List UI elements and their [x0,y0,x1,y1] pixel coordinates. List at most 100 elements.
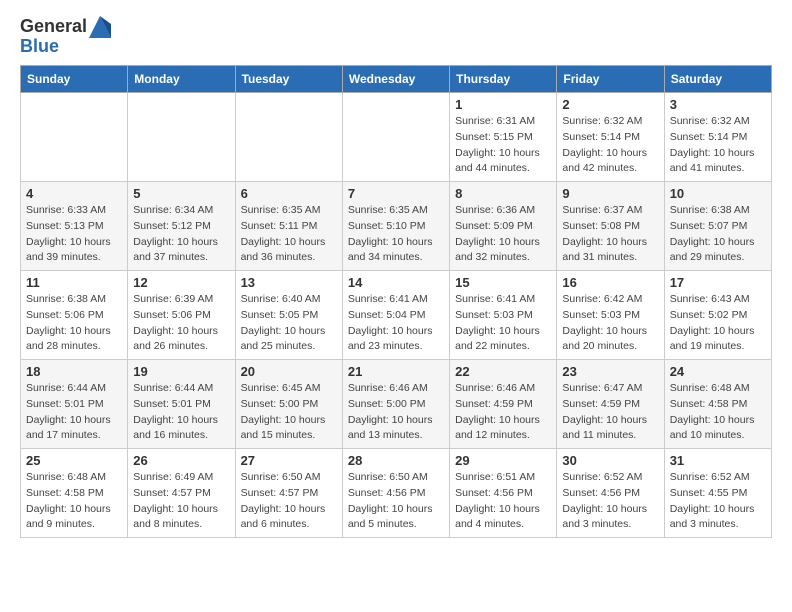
calendar-cell: 29 Sunrise: 6:51 AM Sunset: 4:56 PM Dayli… [450,449,557,538]
day-number: 29 [455,453,551,468]
day-info: Sunrise: 6:37 AM Sunset: 5:08 PM Dayligh… [562,203,658,266]
day-info: Sunrise: 6:51 AM Sunset: 4:56 PM Dayligh… [455,470,551,533]
day-info: Sunrise: 6:49 AM Sunset: 4:57 PM Dayligh… [133,470,229,533]
calendar-cell: 2Sunrise: 6:32 AM Sunset: 5:14 PM Daylig… [557,93,664,182]
logo-text: General [20,16,111,38]
day-number: 19 [133,364,229,379]
day-info: Sunrise: 6:39 AM Sunset: 5:06 PM Dayligh… [133,292,229,355]
calendar-cell: 22Sunrise: 6:46 AM Sunset: 4:59 PM Dayli… [450,360,557,449]
day-number: 17 [670,275,766,290]
day-number: 23 [562,364,658,379]
calendar-cell: 3 Sunrise: 6:32 AM Sunset: 5:14 PM Daylig… [664,93,771,182]
day-info: Sunrise: 6:42 AM Sunset: 5:03 PM Dayligh… [562,292,658,355]
day-number: 18 [26,364,122,379]
day-number: 8 [455,186,551,201]
day-info: Sunrise: 6:34 AM Sunset: 5:12 PM Dayligh… [133,203,229,266]
day-number: 4 [26,186,122,201]
day-info: Sunrise: 6:43 AM Sunset: 5:02 PM Dayligh… [670,292,766,355]
page-header: General Blue [20,16,772,57]
calendar-cell: 17 Sunrise: 6:43 AM Sunset: 5:02 PM Dayli… [664,271,771,360]
calendar-cell: 31Sunrise: 6:52 AM Sunset: 4:55 PM Dayli… [664,449,771,538]
day-number: 26 [133,453,229,468]
day-number: 10 [670,186,766,201]
calendar-cell: 23 Sunrise: 6:47 AM Sunset: 4:59 PM Dayli… [557,360,664,449]
calendar-cell: 28 Sunrise: 6:50 AM Sunset: 4:56 PM Dayli… [342,449,449,538]
calendar-week-row: 18 Sunrise: 6:44 AM Sunset: 5:01 PM Dayli… [21,360,772,449]
col-header-thursday: Thursday [450,66,557,93]
day-info: Sunrise: 6:50 AM Sunset: 4:56 PM Dayligh… [348,470,444,533]
day-number: 30 [562,453,658,468]
day-info: Sunrise: 6:38 AM Sunset: 5:06 PM Dayligh… [26,292,122,355]
logo-icon [89,16,111,38]
calendar-header-row: SundayMondayTuesdayWednesdayThursdayFrid… [21,66,772,93]
day-info: Sunrise: 6:45 AM Sunset: 5:00 PM Dayligh… [241,381,337,444]
calendar-cell: 30Sunrise: 6:52 AM Sunset: 4:56 PM Dayli… [557,449,664,538]
day-info: Sunrise: 6:41 AM Sunset: 5:04 PM Dayligh… [348,292,444,355]
day-info: Sunrise: 6:47 AM Sunset: 4:59 PM Dayligh… [562,381,658,444]
day-info: Sunrise: 6:35 AM Sunset: 5:11 PM Dayligh… [241,203,337,266]
day-info: Sunrise: 6:50 AM Sunset: 4:57 PM Dayligh… [241,470,337,533]
calendar-cell: 1Sunrise: 6:31 AM Sunset: 5:15 PM Daylig… [450,93,557,182]
day-number: 9 [562,186,658,201]
day-info: Sunrise: 6:48 AM Sunset: 4:58 PM Dayligh… [26,470,122,533]
calendar-cell [342,93,449,182]
day-number: 16 [562,275,658,290]
calendar-cell: 20 Sunrise: 6:45 AM Sunset: 5:00 PM Dayli… [235,360,342,449]
calendar-cell: 13 Sunrise: 6:40 AM Sunset: 5:05 PM Dayli… [235,271,342,360]
calendar-week-row: 4 Sunrise: 6:33 AM Sunset: 5:13 PM Daylig… [21,182,772,271]
col-header-wednesday: Wednesday [342,66,449,93]
day-number: 14 [348,275,444,290]
day-info: Sunrise: 6:32 AM Sunset: 5:14 PM Dayligh… [670,114,766,177]
calendar-week-row: 1Sunrise: 6:31 AM Sunset: 5:15 PM Daylig… [21,93,772,182]
calendar-cell: 5 Sunrise: 6:34 AM Sunset: 5:12 PM Daylig… [128,182,235,271]
day-info: Sunrise: 6:52 AM Sunset: 4:55 PM Dayligh… [670,470,766,533]
calendar-cell: 18Sunrise: 6:44 AM Sunset: 5:01 PM Dayli… [21,360,128,449]
calendar-cell: 25Sunrise: 6:48 AM Sunset: 4:58 PM Dayli… [21,449,128,538]
day-info: Sunrise: 6:44 AM Sunset: 5:01 PM Dayligh… [133,381,229,444]
day-number: 7 [348,186,444,201]
col-header-friday: Friday [557,66,664,93]
calendar-cell: 10 Sunrise: 6:38 AM Sunset: 5:07 PM Dayli… [664,182,771,271]
day-number: 3 [670,97,766,112]
day-number: 5 [133,186,229,201]
col-header-tuesday: Tuesday [235,66,342,93]
day-info: Sunrise: 6:46 AM Sunset: 4:59 PM Dayligh… [455,381,551,444]
calendar-cell: 9 Sunrise: 6:37 AM Sunset: 5:08 PM Daylig… [557,182,664,271]
calendar-table: SundayMondayTuesdayWednesdayThursdayFrid… [20,65,772,538]
calendar-cell: 21 Sunrise: 6:46 AM Sunset: 5:00 PM Dayli… [342,360,449,449]
day-number: 2 [562,97,658,112]
calendar-cell [235,93,342,182]
day-info: Sunrise: 6:38 AM Sunset: 5:07 PM Dayligh… [670,203,766,266]
calendar-cell: 15 Sunrise: 6:41 AM Sunset: 5:03 PM Dayli… [450,271,557,360]
calendar-cell: 24 Sunrise: 6:48 AM Sunset: 4:58 PM Dayli… [664,360,771,449]
col-header-monday: Monday [128,66,235,93]
day-number: 24 [670,364,766,379]
calendar-cell: 7 Sunrise: 6:35 AM Sunset: 5:10 PM Daylig… [342,182,449,271]
day-number: 21 [348,364,444,379]
day-number: 20 [241,364,337,379]
day-number: 15 [455,275,551,290]
day-info: Sunrise: 6:41 AM Sunset: 5:03 PM Dayligh… [455,292,551,355]
calendar-week-row: 11 Sunrise: 6:38 AM Sunset: 5:06 PM Dayli… [21,271,772,360]
day-number: 11 [26,275,122,290]
day-number: 28 [348,453,444,468]
day-info: Sunrise: 6:33 AM Sunset: 5:13 PM Dayligh… [26,203,122,266]
calendar-cell: 19 Sunrise: 6:44 AM Sunset: 5:01 PM Dayli… [128,360,235,449]
col-header-saturday: Saturday [664,66,771,93]
logo-blue: Blue [20,36,111,57]
day-info: Sunrise: 6:46 AM Sunset: 5:00 PM Dayligh… [348,381,444,444]
day-number: 6 [241,186,337,201]
calendar-cell [128,93,235,182]
day-info: Sunrise: 6:35 AM Sunset: 5:10 PM Dayligh… [348,203,444,266]
calendar-cell [21,93,128,182]
calendar-cell: 26 Sunrise: 6:49 AM Sunset: 4:57 PM Dayli… [128,449,235,538]
calendar-cell: 8Sunrise: 6:36 AM Sunset: 5:09 PM Daylig… [450,182,557,271]
calendar-cell: 6 Sunrise: 6:35 AM Sunset: 5:11 PM Daylig… [235,182,342,271]
col-header-sunday: Sunday [21,66,128,93]
day-number: 1 [455,97,551,112]
day-info: Sunrise: 6:40 AM Sunset: 5:05 PM Dayligh… [241,292,337,355]
calendar-cell: 11 Sunrise: 6:38 AM Sunset: 5:06 PM Dayli… [21,271,128,360]
day-info: Sunrise: 6:48 AM Sunset: 4:58 PM Dayligh… [670,381,766,444]
calendar-cell: 16 Sunrise: 6:42 AM Sunset: 5:03 PM Dayli… [557,271,664,360]
day-number: 13 [241,275,337,290]
